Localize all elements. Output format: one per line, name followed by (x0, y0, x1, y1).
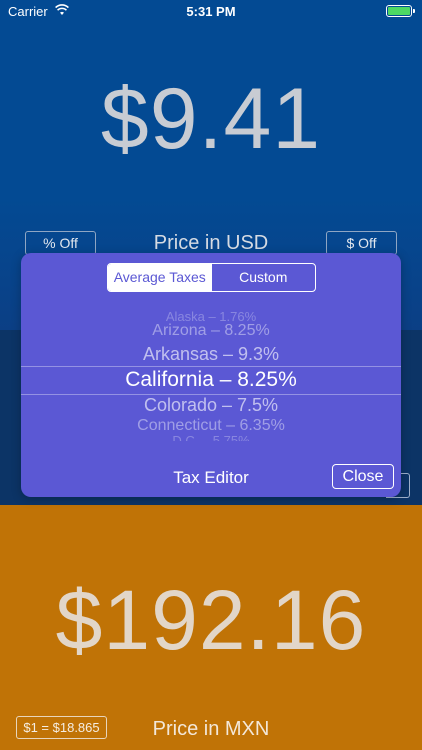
picker-item[interactable]: Arkansas – 9.3% (21, 344, 401, 365)
segment-average-taxes[interactable]: Average Taxes (108, 264, 212, 291)
mxn-price: $192.16 (55, 573, 367, 667)
picker-item[interactable]: Colorado – 7.5% (21, 395, 401, 416)
tax-mode-segmented-control: Average Taxes Custom (107, 263, 316, 292)
tax-editor-modal: Average Taxes Custom Alaska – 1.76% Ariz… (21, 253, 401, 497)
clock: 5:31 PM (186, 4, 236, 19)
picker-item-selected[interactable]: California – 8.25% (21, 368, 401, 392)
picker-item[interactable]: D.C. – 5.75% (21, 433, 401, 441)
dollar-off-button[interactable]: $ Off (326, 231, 397, 255)
mxn-price-label: Price in MXN (152, 718, 270, 740)
status-bar: Carrier 5:31 PM (0, 0, 422, 22)
picker-item[interactable]: Arizona – 8.25% (21, 322, 401, 340)
close-button[interactable]: Close (332, 464, 394, 489)
segment-custom[interactable]: Custom (212, 264, 316, 291)
battery-icon (386, 5, 415, 17)
state-tax-picker[interactable]: Alaska – 1.76% Arizona – 8.25% Arkansas … (21, 309, 401, 441)
picker-selection-divider (21, 366, 401, 367)
picker-selection-divider (21, 394, 401, 395)
usd-price: $9.41 (100, 71, 322, 167)
